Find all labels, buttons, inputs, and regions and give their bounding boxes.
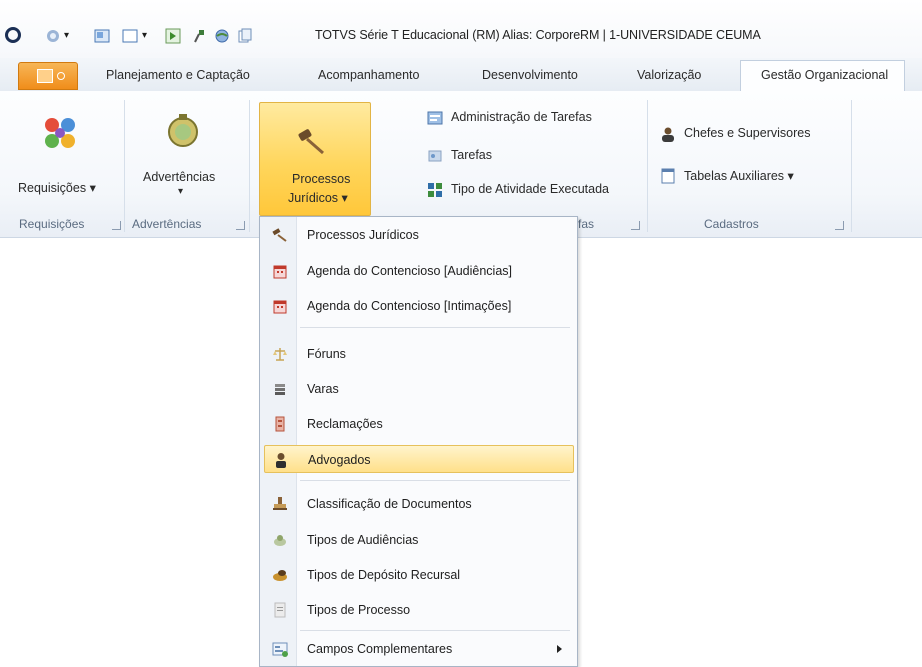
menu-item-label: Tipos de Depósito Recursal	[307, 568, 461, 582]
group-separator	[851, 100, 852, 232]
complaint-icon	[275, 416, 285, 432]
table-icon	[661, 168, 675, 184]
advertencias-launcher-icon[interactable]	[236, 221, 245, 230]
green-arrow-icon[interactable]	[165, 28, 181, 44]
pages-icon[interactable]	[237, 28, 253, 44]
menu-item-reclamacoes[interactable]: Reclamações	[264, 410, 574, 438]
lawyer-icon	[276, 453, 286, 468]
group-label-requisicoes: Requisições	[19, 217, 85, 231]
dropdown-arrow-icon[interactable]: ▾	[64, 30, 80, 46]
requisicoes-icon	[45, 118, 75, 148]
globe-icon[interactable]	[214, 28, 230, 44]
menu-item-label: Agenda do Contencioso [Intimações]	[307, 299, 512, 313]
fields-icon	[272, 642, 288, 657]
processos-label-line1: Processos	[292, 172, 351, 186]
menu-item-label: Reclamações	[307, 417, 383, 431]
tarefas-label: Tarefas	[451, 148, 492, 162]
group-label-advertencias: Advertências	[132, 217, 202, 231]
menu-item-advogados[interactable]: Advogados	[264, 445, 574, 473]
gavel-icon	[272, 228, 287, 242]
menu-item-agenda-intimacoes[interactable]: Agenda do Contencioso [Intimações]	[264, 292, 574, 320]
tab-desenvolvimento[interactable]: Desenvolvimento	[482, 68, 578, 82]
menu-item-label: Agenda do Contencioso [Audiências]	[307, 264, 513, 278]
tipo-atividade-label: Tipo de Atividade Executada	[451, 182, 609, 196]
cadastros-launcher-icon[interactable]	[835, 221, 844, 230]
advertencias-dropdown-icon[interactable]: ▾	[178, 186, 183, 197]
group-separator	[647, 100, 648, 232]
menu-item-foruns[interactable]: Fóruns	[264, 340, 574, 368]
menu-item-agenda-audiencias[interactable]: Agenda do Contencioso [Audiências]	[264, 257, 574, 285]
tab-acompanhamento[interactable]: Acompanhamento	[318, 68, 419, 82]
app-logo-icon[interactable]	[4, 26, 22, 44]
tasks-admin-icon	[427, 111, 443, 125]
calendar-icon	[273, 265, 287, 279]
menu-item-varas[interactable]: Varas	[264, 375, 574, 403]
chefes-supervisores-label: Chefes e Supervisores	[684, 126, 811, 140]
menu-item-label: Processos Jurídicos	[307, 228, 419, 242]
processos-juridicos-menu: Processos Jurídicos Agenda do Contencios…	[259, 216, 578, 667]
administracao-tarefas-label: Administração de Tarefas	[451, 110, 592, 124]
processos-label-line2: Jurídicos ▾	[288, 191, 348, 205]
stamp-icon	[273, 497, 287, 510]
stack-icon	[275, 384, 285, 395]
group-label-tarefas: fas	[578, 217, 595, 231]
calendar-icon	[273, 300, 287, 314]
group-label-cadastros: Cadastros	[704, 217, 759, 231]
supervisors-icon	[662, 127, 674, 142]
group-separator	[249, 100, 250, 232]
tab-valorizacao[interactable]: Valorização	[637, 68, 701, 82]
file-menu-dot-icon	[57, 72, 65, 80]
menu-item-label: Campos Complementares	[307, 642, 453, 656]
menu-separator	[300, 327, 570, 328]
document-icon	[274, 602, 286, 618]
menu-item-processos-juridicos[interactable]: Processos Jurídicos	[264, 221, 574, 249]
deposit-icon	[273, 570, 287, 581]
menu-item-label: Varas	[307, 382, 339, 396]
refresh-icon[interactable]	[45, 28, 61, 44]
activity-type-icon	[428, 183, 442, 197]
advertencias-button-label[interactable]: Advertências	[143, 170, 215, 184]
menu-item-label: Tipos de Audiências	[307, 533, 419, 547]
requisicoes-launcher-icon[interactable]	[112, 221, 121, 230]
menu-item-classificacao-documentos[interactable]: Classificação de Documentos	[264, 490, 574, 518]
dropdown-arrow-icon[interactable]: ▾	[142, 30, 158, 46]
tab-gestao-organizacional[interactable]: Gestão Organizacional	[740, 60, 905, 91]
menu-item-tipos-processo[interactable]: Tipos de Processo	[264, 596, 574, 624]
submenu-arrow-icon	[557, 645, 562, 653]
menu-item-tipos-deposito-recursal[interactable]: Tipos de Depósito Recursal	[264, 561, 574, 589]
requisicoes-button[interactable]: Requisições ▾	[18, 180, 96, 195]
tarefas-launcher-icon[interactable]	[631, 221, 640, 230]
scales-icon	[273, 348, 287, 361]
window-icon[interactable]	[94, 28, 110, 44]
group-separator	[124, 100, 125, 232]
menu-item-label: Tipos de Processo	[307, 603, 411, 617]
blank-window-icon[interactable]	[122, 28, 138, 44]
hearing-icon	[274, 535, 286, 546]
advertencias-icon	[168, 114, 198, 147]
file-menu-icon	[37, 69, 53, 83]
menu-separator	[300, 630, 570, 631]
menu-item-tipos-audiencias[interactable]: Tipos de Audiências	[264, 526, 574, 554]
menu-item-label: Advogados	[308, 453, 371, 467]
task-icon	[428, 150, 442, 162]
menu-item-label: Fóruns	[307, 347, 346, 361]
menu-separator	[300, 480, 570, 481]
menu-item-label: Classificação de Documentos	[307, 497, 472, 511]
tabelas-auxiliares-label: Tabelas Auxiliares ▾	[684, 169, 794, 183]
menu-item-campos-complementares[interactable]: Campos Complementares	[264, 635, 574, 663]
file-menu-button[interactable]	[18, 62, 78, 90]
tab-planejamento[interactable]: Planejamento e Captação	[106, 68, 250, 82]
window-title: TOTVS Série T Educacional (RM) Alias: Co…	[315, 28, 761, 42]
brush-icon[interactable]	[191, 28, 207, 44]
quick-access-toolbar: ▾ ▾ TOTVS Série T Educacional (RM) Alias…	[0, 0, 922, 58]
gavel-icon	[298, 129, 324, 155]
